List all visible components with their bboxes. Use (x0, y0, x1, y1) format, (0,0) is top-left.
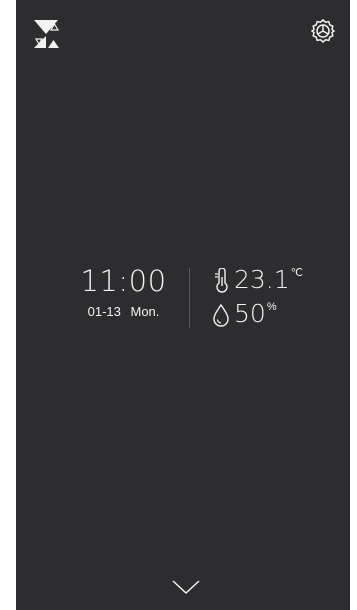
current-time: 11:00 (80, 264, 167, 298)
humidity-unit: % (266, 301, 277, 313)
humidity-row: 50 % (212, 298, 277, 332)
temperature-value: 23.1 (234, 265, 290, 294)
current-weekday: Mon. (130, 304, 160, 319)
humidity-value: 50 (234, 299, 266, 328)
current-date: 01-13 (87, 304, 121, 319)
status-panel: 11:00 01-13 Mon. 23.1 ℃ 50 % (16, 262, 350, 334)
water-drop-icon (213, 303, 229, 327)
temperature-row: 23.1 ℃ (212, 264, 303, 298)
thermostat-screen: 11:00 01-13 Mon. 23.1 ℃ 50 % (16, 0, 350, 610)
thermometer-icon (215, 268, 228, 293)
temperature-unit: ℃ (290, 267, 304, 279)
fan-logo-icon (34, 20, 60, 48)
chevron-down-icon[interactable] (171, 578, 201, 596)
clock-block: 11:00 01-13 Mon. (66, 262, 181, 320)
date-row: 01-13 Mon. (66, 304, 181, 320)
divider (189, 268, 190, 328)
gear-icon[interactable] (310, 18, 336, 44)
